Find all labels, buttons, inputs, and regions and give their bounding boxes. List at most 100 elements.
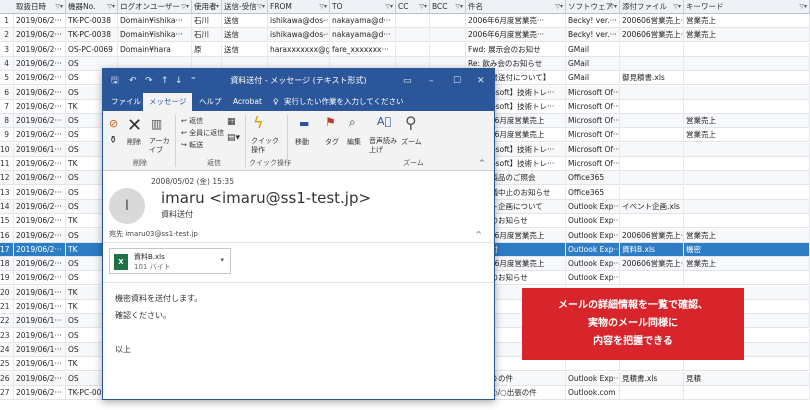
sender[interactable]: imaru <imaru@ss1-test.jp> [161, 189, 371, 207]
table-row[interactable]: 3 2019/06/2··· OS-PC-0069 Domain¥hara 原送信 har… [0, 42, 810, 57]
table-cell: Outlook Exp··· [566, 214, 620, 229]
table-cell [620, 271, 684, 286]
filter-icon[interactable]: ▽▾ [55, 0, 63, 14]
filter-icon[interactable]: ▽▾ [319, 0, 327, 14]
callout-line: メールの詳細情報を一覧で確認、 [558, 300, 708, 311]
reply-button[interactable]: ↩ 返信 [181, 116, 203, 126]
column-header-label: 件名 [468, 2, 483, 11]
read-aloud-button[interactable]: 音声読み上げ [369, 137, 399, 155]
archive-icon[interactable]: ▥ [151, 117, 162, 131]
column-header-label: FROM [270, 2, 292, 11]
column-header[interactable]: 取扱日時 ▽▾ [14, 0, 66, 14]
filter-icon[interactable]: ▽▾ [419, 0, 427, 14]
filter-icon[interactable]: ▽▾ [609, 0, 617, 14]
quick-steps-button[interactable]: クイック操作 [251, 137, 279, 155]
filter-icon[interactable]: ▽▾ [799, 0, 807, 14]
attachment-size: 101 バイト [134, 263, 171, 271]
tab-help[interactable]: ヘルプ [199, 93, 222, 111]
more-respond-icon[interactable]: ▤▾ [227, 133, 240, 143]
column-header[interactable]: キーワード ▽▾ [684, 0, 810, 14]
row-number: 22 [0, 314, 14, 329]
maximize-icon[interactable]: ☐ [453, 69, 461, 93]
table-cell: GMail [566, 42, 620, 57]
table-cell: OS-PC-0069 [66, 42, 118, 57]
table-cell: Domain¥ishika··· [118, 28, 192, 43]
table-cell: 営業売上 [684, 228, 810, 243]
quick-steps-icon[interactable]: ϟ [253, 113, 264, 132]
column-header[interactable]: 添付ファイル ▽▾ [620, 0, 684, 14]
table-cell [620, 171, 684, 186]
column-header[interactable]: FROM ▽▾ [268, 0, 330, 14]
junk-icon[interactable]: ⚱ [109, 135, 117, 146]
column-header[interactable]: TO ▽▾ [330, 0, 396, 14]
tab-acrobat[interactable]: Acrobat [233, 93, 262, 111]
edit-icon[interactable]: ⌕ [349, 115, 356, 130]
zoom-button[interactable]: ズーム [401, 137, 422, 147]
column-header[interactable]: CC ▽▾ [396, 0, 430, 14]
filter-icon[interactable]: ▽▾ [673, 0, 681, 14]
tags-button[interactable]: タグ [325, 137, 339, 147]
zoom-icon[interactable]: ⚲ [405, 113, 417, 132]
table-cell: Outlook Exp··· [566, 257, 620, 272]
filter-icon[interactable]: ▽▾ [385, 0, 393, 14]
table-cell [620, 385, 684, 400]
tab-message[interactable]: メッセージ [143, 93, 193, 111]
row-number: 18 [0, 257, 14, 272]
table-cell: 2019/06/2··· [14, 171, 66, 186]
table-cell: 2019/06/2··· [14, 157, 66, 171]
message-subject: 資料送付 [161, 210, 193, 219]
archive-button[interactable]: アーカイブ [149, 137, 173, 155]
tell-me-input[interactable]: 実行したい作業を入力してください [284, 93, 404, 111]
delete-button[interactable]: 削除 [127, 137, 141, 147]
column-header[interactable]: 送信-受信 ▽▾ [222, 0, 268, 14]
ribbon-separator [245, 115, 246, 167]
row-number: 4 [0, 56, 14, 71]
table-cell [620, 56, 684, 71]
row-number: 20 [0, 285, 14, 300]
forward-button[interactable]: ↪ 転送 [181, 140, 203, 150]
table-cell: 見積 [684, 371, 810, 386]
row-number: 27 [0, 385, 14, 400]
filter-icon[interactable]: ▽▾ [181, 0, 189, 14]
close-icon[interactable]: ✕ [477, 69, 485, 93]
flag-icon[interactable]: ⚑ [325, 115, 336, 129]
collapse-ribbon-icon[interactable]: ^ [479, 159, 485, 167]
table-row[interactable]: 2 2019/06/2··· TK-PC-0038 Domain¥ishika··· 石… [0, 28, 810, 43]
ribbon-tabs: ファイル メッセージ ヘルプ Acrobat ♀ 実行したい作業を入力してくださ… [103, 93, 494, 111]
divider [103, 282, 494, 283]
filter-icon[interactable]: ▽▾ [211, 0, 219, 14]
recipient[interactable]: 宛先 imaru03@ss1-test.jp [109, 229, 198, 239]
excel-icon: X [114, 254, 128, 270]
filter-icon[interactable]: ▽▾ [257, 0, 265, 14]
column-header-label: ログオンユーザー [120, 2, 180, 11]
chevron-up-icon[interactable]: ^ [475, 230, 482, 239]
meeting-icon[interactable]: ▦ [227, 117, 236, 127]
read-aloud-icon[interactable]: A⃞ [377, 115, 391, 128]
filter-icon[interactable]: ▽▾ [455, 0, 463, 14]
column-header[interactable]: ソフトウェア ▽▾ [566, 0, 620, 14]
table-cell: 2019/06/2··· [14, 28, 66, 43]
column-header[interactable]: ログオンユーザー ▽▾ [118, 0, 192, 14]
table-cell [620, 214, 684, 229]
chevron-down-icon[interactable]: ▾ [220, 256, 224, 264]
move-button[interactable]: 移動 [295, 137, 309, 147]
attachment[interactable]: X 資料B.xls 101 バイト ▾ [109, 248, 231, 274]
ribbon-options-icon[interactable]: ▭ [403, 69, 412, 93]
reply-all-button[interactable]: ↩ 全員に返信 [181, 128, 224, 138]
table-row[interactable]: 1 2019/06/2··· TK-PC-0038 Domain¥ishika··· 石… [0, 14, 810, 28]
move-icon[interactable]: ▬ [299, 117, 309, 130]
filter-icon[interactable]: ▽▾ [107, 0, 115, 14]
tab-file[interactable]: ファイル [111, 93, 141, 111]
minimize-icon[interactable]: – [429, 69, 434, 93]
column-header[interactable]: 件名 ▽▾ [466, 0, 566, 14]
delete-icon[interactable]: ✕ [127, 115, 142, 136]
column-header[interactable]: 機器No. ▽▾ [66, 0, 118, 14]
column-header[interactable]: 使用者 ▽▾ [192, 0, 222, 14]
filter-icon[interactable]: ▽▾ [555, 0, 563, 14]
edit-button[interactable]: 編集 [347, 137, 361, 147]
table-cell: 2019/06/2··· [14, 99, 66, 114]
table-cell: 営業売上 [684, 128, 810, 143]
table-cell: 2019/06/2··· [14, 242, 66, 257]
ignore-icon[interactable]: ⊘ [109, 117, 118, 130]
column-header[interactable]: BCC ▽▾ [430, 0, 466, 14]
